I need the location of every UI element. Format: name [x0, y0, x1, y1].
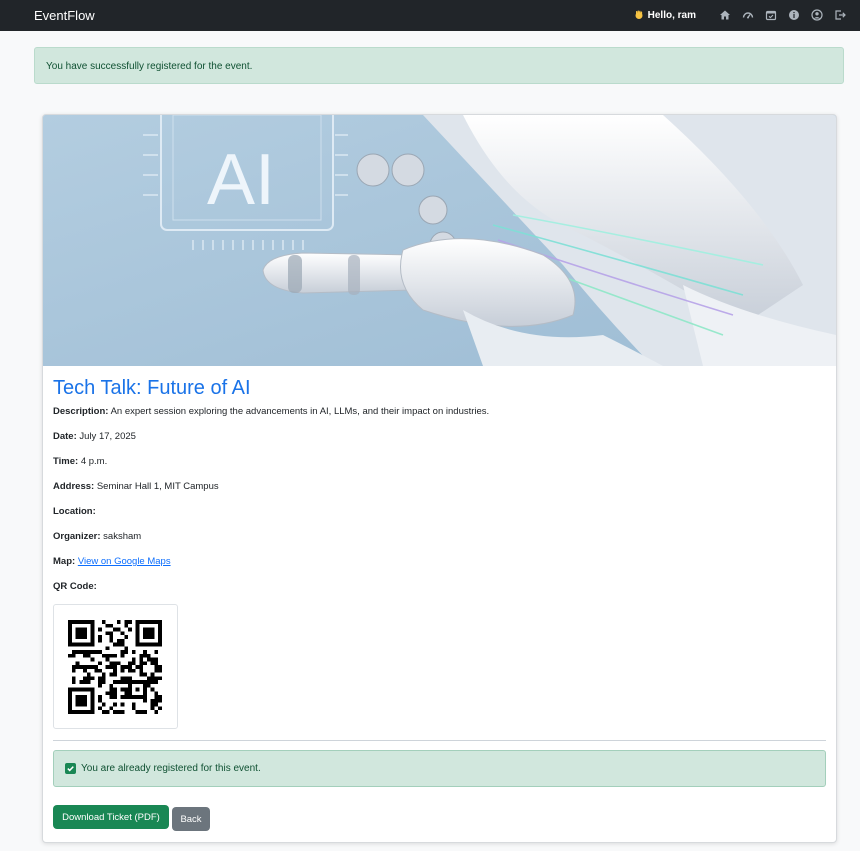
- event-organizer: Organizer: saksham: [53, 531, 141, 542]
- event-location: Location:: [53, 506, 96, 517]
- user-greeting: Hello, ram: [634, 10, 696, 21]
- brand-logo[interactable]: EventFlow: [34, 8, 95, 23]
- navbar: EventFlow Hello, ram: [0, 0, 860, 31]
- qr-label: QR Code:: [53, 581, 97, 592]
- organizer-value: saksham: [103, 531, 142, 542]
- event-date: Date: July 17, 2025: [53, 431, 136, 442]
- event-time: Time: 4 p.m.: [53, 456, 107, 467]
- divider: [53, 740, 826, 741]
- qr-code-heading: QR Code:: [53, 581, 97, 592]
- profile-icon[interactable]: [811, 9, 823, 21]
- back-button[interactable]: Back: [172, 807, 210, 831]
- description-value: An expert session exploring the advancem…: [110, 406, 490, 417]
- time-value: 4 p.m.: [80, 456, 108, 467]
- description-label: Description:: [53, 406, 109, 417]
- date-value: July 17, 2025: [79, 431, 136, 442]
- qr-code: [53, 604, 178, 729]
- organizer-label: Organizer:: [53, 531, 101, 542]
- qr-code-image: [68, 620, 162, 714]
- info-icon[interactable]: [788, 9, 800, 21]
- map-label: Map:: [53, 556, 76, 567]
- calendar-icon[interactable]: [765, 9, 777, 21]
- google-maps-link[interactable]: View on Google Maps: [78, 556, 171, 567]
- checkbox-checked-icon: [65, 763, 76, 774]
- address-label: Address:: [53, 481, 95, 492]
- address-value: Seminar Hall 1, MIT Campus: [96, 481, 219, 492]
- event-description: Description: An expert session exploring…: [53, 406, 489, 417]
- time-label: Time:: [53, 456, 79, 467]
- download-ticket-button[interactable]: Download Ticket (PDF): [53, 805, 169, 829]
- event-banner-image: AI: [43, 115, 836, 366]
- dashboard-icon[interactable]: [742, 9, 754, 21]
- wave-icon: [634, 10, 644, 20]
- date-label: Date:: [53, 431, 77, 442]
- hero-ai-text: AI: [207, 140, 275, 220]
- already-registered-alert: You are already registered for this even…: [53, 750, 826, 787]
- home-icon[interactable]: [719, 9, 731, 21]
- event-title: Tech Talk: Future of AI: [53, 377, 251, 399]
- greeting-text: Hello, ram: [647, 9, 696, 21]
- event-card: AI Tech Talk: Future of AI Description: …: [42, 114, 837, 843]
- already-registered-text: You are already registered for this even…: [81, 763, 261, 774]
- logout-icon[interactable]: [834, 9, 846, 21]
- event-map: Map: View on Google Maps: [53, 556, 171, 567]
- event-address: Address: Seminar Hall 1, MIT Campus: [53, 481, 219, 492]
- location-label: Location:: [53, 506, 96, 517]
- success-alert: You have successfully registered for the…: [34, 47, 844, 84]
- navbar-right: Hello, ram: [634, 8, 846, 22]
